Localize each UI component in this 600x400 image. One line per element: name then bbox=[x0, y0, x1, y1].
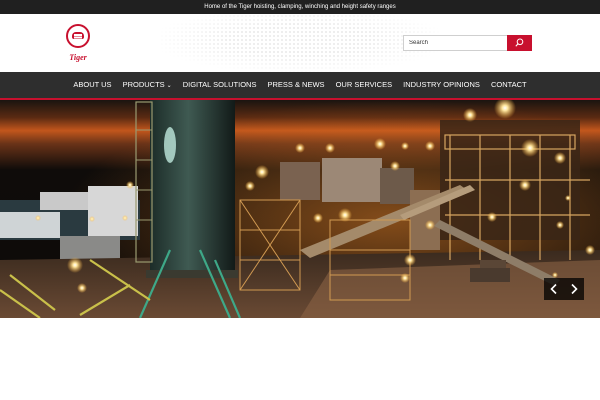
nav-item-about-us[interactable]: ABOUT US bbox=[68, 72, 117, 98]
logo-text: Tiger bbox=[69, 53, 87, 62]
slider-prev-button[interactable] bbox=[544, 278, 564, 300]
nav-item-press-news[interactable]: PRESS & NEWS bbox=[262, 72, 330, 98]
chevron-down-icon: ⌄ bbox=[166, 83, 172, 89]
hero-slider bbox=[0, 100, 600, 318]
slider-next-button[interactable] bbox=[564, 278, 584, 300]
world-map-background bbox=[160, 14, 440, 72]
nav-item-industry-opinions[interactable]: INDUSTRY OPINIONS bbox=[398, 72, 486, 98]
announcement-text: Home of the Tiger hoisting, clamping, wi… bbox=[204, 4, 396, 10]
nav-label: ABOUT US bbox=[73, 80, 112, 89]
nav-label: PRESS & NEWS bbox=[267, 80, 325, 89]
nav-item-digital-solutions[interactable]: DIGITAL SOLUTIONS bbox=[177, 72, 262, 98]
announcement-bar: Home of the Tiger hoisting, clamping, wi… bbox=[0, 0, 600, 14]
search-bar bbox=[403, 35, 532, 51]
nav-label: PRODUCTS bbox=[122, 80, 165, 89]
nav-item-contact[interactable]: CONTACT bbox=[485, 72, 532, 98]
nav-label: CONTACT bbox=[490, 80, 527, 89]
nav-item-our-services[interactable]: OUR SERVICES bbox=[330, 72, 398, 98]
tiger-logo[interactable]: Tiger bbox=[62, 22, 94, 66]
nav-label: DIGITAL SOLUTIONS bbox=[182, 80, 257, 89]
search-input[interactable] bbox=[404, 36, 506, 50]
site-header: Tiger bbox=[0, 14, 600, 72]
chevron-left-icon bbox=[550, 283, 557, 295]
hero-image bbox=[0, 100, 600, 318]
search-icon bbox=[515, 38, 524, 47]
nav-label: INDUSTRY OPINIONS bbox=[403, 80, 480, 89]
page-content-area bbox=[0, 318, 600, 400]
nav-list: ABOUT US PRODUCTS ⌄ DIGITAL SOLUTIONS PRESS … bbox=[0, 72, 600, 98]
nav-label: OUR SERVICES bbox=[335, 80, 393, 89]
search-button[interactable] bbox=[507, 35, 532, 51]
chevron-right-icon bbox=[571, 283, 578, 295]
nav-item-products[interactable]: PRODUCTS ⌄ bbox=[117, 72, 177, 98]
main-navigation: ABOUT US PRODUCTS ⌄ DIGITAL SOLUTIONS PRESS … bbox=[0, 72, 600, 100]
tiger-emblem-icon bbox=[66, 24, 90, 48]
